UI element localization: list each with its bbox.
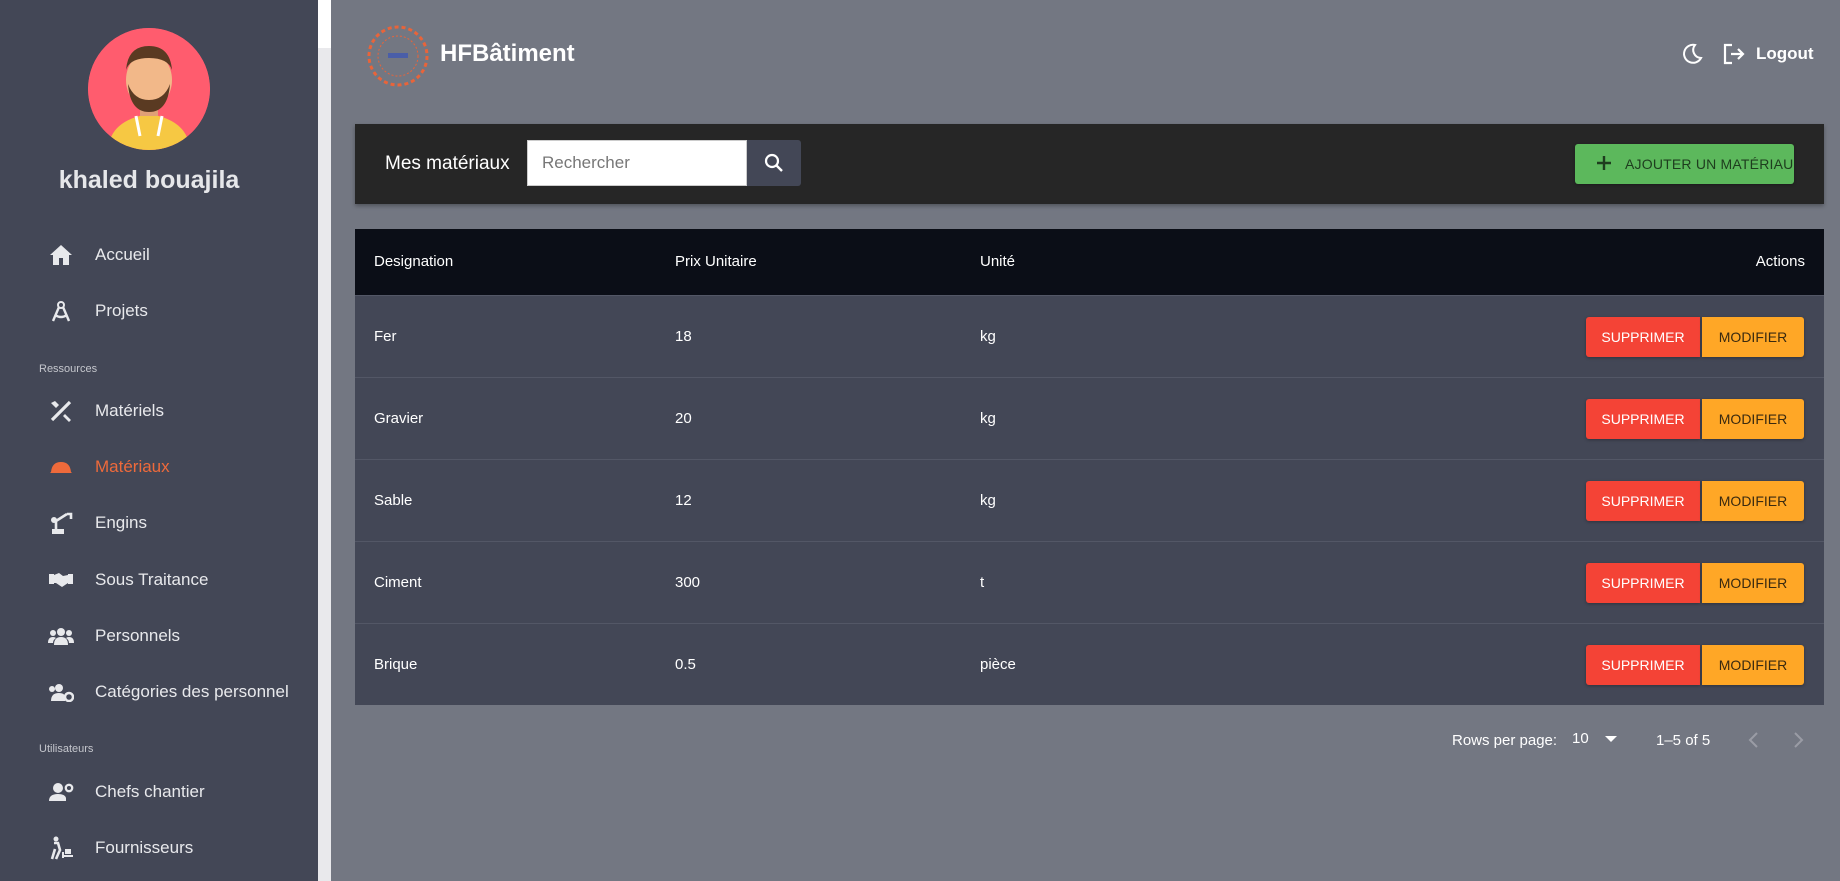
logout-label: Logout [1756, 44, 1814, 63]
crane-icon [48, 510, 74, 536]
cell-unite: t [980, 574, 985, 591]
sidebar-item-chefs-chantier[interactable]: Chefs chantier [0, 770, 318, 814]
rows-per-page-value: 10 [1572, 730, 1589, 747]
cell-prix: 12 [675, 492, 692, 509]
handshake-icon [48, 567, 74, 593]
table-header: Designation Prix Unitaire Unité Actions [355, 229, 1824, 295]
avatar [88, 28, 210, 150]
sidebar-item-accueil[interactable]: Accueil [0, 233, 318, 277]
add-material-button[interactable]: AJOUTER UN MATÉRIAU [1575, 144, 1794, 184]
delete-button[interactable]: SUPPRIMER [1586, 317, 1700, 357]
sidebar-item-label: Chefs chantier [95, 782, 205, 801]
header-designation[interactable]: Designation [374, 253, 453, 270]
edit-button[interactable]: MODIFIER [1702, 645, 1804, 685]
sidebar-scrollbar[interactable] [318, 0, 331, 881]
delete-button[interactable]: SUPPRIMER [1586, 481, 1700, 521]
sidebar-item-label: Fournisseurs [95, 838, 194, 857]
plus-icon [1597, 156, 1611, 170]
sidebar: khaled bouajila Accueil Projets Ressourc… [0, 0, 318, 881]
sidebar-item-label: Personnels [95, 626, 181, 645]
users-cog-icon [48, 679, 74, 705]
header-prix[interactable]: Prix Unitaire [675, 253, 757, 270]
user-cog-icon [48, 779, 74, 805]
cell-prix: 18 [675, 328, 692, 345]
search-button[interactable] [747, 140, 801, 186]
cell-designation: Ciment [374, 574, 422, 591]
cell-prix: 0.5 [675, 656, 696, 673]
home-icon [48, 242, 74, 268]
cell-unite: kg [980, 328, 996, 345]
cell-prix: 300 [675, 574, 701, 591]
table-row: Sable 12 kg SUPPRIMER MODIFIER [355, 459, 1824, 541]
logout-icon [1723, 43, 1745, 65]
search-input[interactable] [527, 140, 747, 186]
toolbar-title: Mes matériaux [385, 153, 510, 174]
sidebar-item-label: Matériaux [95, 457, 170, 476]
user-name: khaled bouajila [58, 166, 240, 194]
delete-button[interactable]: SUPPRIMER [1586, 563, 1700, 603]
brand-logo [366, 24, 430, 88]
add-material-label: AJOUTER UN MATÉRIAU [1625, 156, 1794, 172]
cell-unite: kg [980, 410, 996, 427]
search-icon [764, 153, 783, 172]
toolbar: Mes matériaux AJOUTER UN MATÉRIAU [355, 124, 1824, 204]
header-unite[interactable]: Unité [980, 253, 1015, 270]
sidebar-item-fournisseurs[interactable]: Fournisseurs [0, 826, 318, 870]
section-label-ressources: Ressources [39, 363, 98, 375]
sidebar-item-label: Catégories des personnel [95, 682, 289, 701]
logout-button[interactable]: Logout [1722, 41, 1814, 67]
sidebar-item-personnels[interactable]: Personnels [0, 614, 318, 658]
dolly-icon [48, 835, 74, 861]
cell-unite: kg [980, 492, 996, 509]
section-label-utilisateurs: Utilisateurs [39, 743, 94, 755]
edit-button[interactable]: MODIFIER [1702, 563, 1804, 603]
next-page-button[interactable] [1788, 728, 1808, 752]
previous-page-button[interactable] [1744, 728, 1764, 752]
sidebar-item-projets[interactable]: Projets [0, 289, 318, 333]
materials-table: Designation Prix Unitaire Unité Actions … [355, 229, 1824, 705]
cell-designation: Brique [374, 656, 418, 673]
cell-prix: 20 [675, 410, 692, 427]
sidebar-item-label: Engins [95, 513, 147, 532]
pagination-range: 1–5 of 5 [1656, 732, 1711, 749]
compass-icon [48, 298, 74, 324]
rows-per-page-select[interactable]: 10 [1572, 730, 1617, 747]
sidebar-item-label: Matériels [95, 401, 164, 420]
sidebar-item-materiaux[interactable]: Matériaux [0, 445, 318, 489]
sidebar-item-categories[interactable]: Catégories des personnel [0, 670, 318, 714]
header-actions: Actions [1755, 253, 1805, 270]
moon-icon[interactable] [1680, 42, 1704, 66]
sidebar-item-materiels[interactable]: Matériels [0, 389, 318, 433]
table-row: Brique 0.5 pièce SUPPRIMER MODIFIER [355, 623, 1824, 705]
cell-designation: Fer [374, 328, 397, 345]
chevron-right-icon [1794, 732, 1804, 748]
delete-button[interactable]: SUPPRIMER [1586, 399, 1700, 439]
delete-button[interactable]: SUPPRIMER [1586, 645, 1700, 685]
table-row: Fer 18 kg SUPPRIMER MODIFIER [355, 295, 1824, 377]
sidebar-scrollbar-thumb[interactable] [318, 0, 331, 48]
helmet-icon [48, 454, 74, 480]
sidebar-item-label: Accueil [95, 245, 150, 264]
edit-button[interactable]: MODIFIER [1702, 481, 1804, 521]
sidebar-item-engins[interactable]: Engins [0, 501, 318, 545]
sidebar-item-sous-traitance[interactable]: Sous Traitance [0, 558, 318, 602]
tools-icon [48, 398, 74, 424]
rows-per-page-label: Rows per page: [1452, 732, 1558, 749]
cell-unite: pièce [980, 656, 1016, 673]
cell-designation: Sable [374, 492, 413, 509]
edit-button[interactable]: MODIFIER [1702, 399, 1804, 439]
cell-designation: Gravier [374, 410, 424, 427]
brand-name: HFBâtiment [440, 40, 575, 67]
table-row: Gravier 20 kg SUPPRIMER MODIFIER [355, 377, 1824, 459]
sidebar-item-label: Sous Traitance [95, 570, 209, 589]
chevron-left-icon [1748, 732, 1758, 748]
edit-button[interactable]: MODIFIER [1702, 317, 1804, 357]
users-icon [48, 623, 74, 649]
table-row: Ciment 300 t SUPPRIMER MODIFIER [355, 541, 1824, 623]
caret-down-icon [1604, 735, 1617, 742]
sidebar-item-label: Projets [95, 301, 148, 320]
